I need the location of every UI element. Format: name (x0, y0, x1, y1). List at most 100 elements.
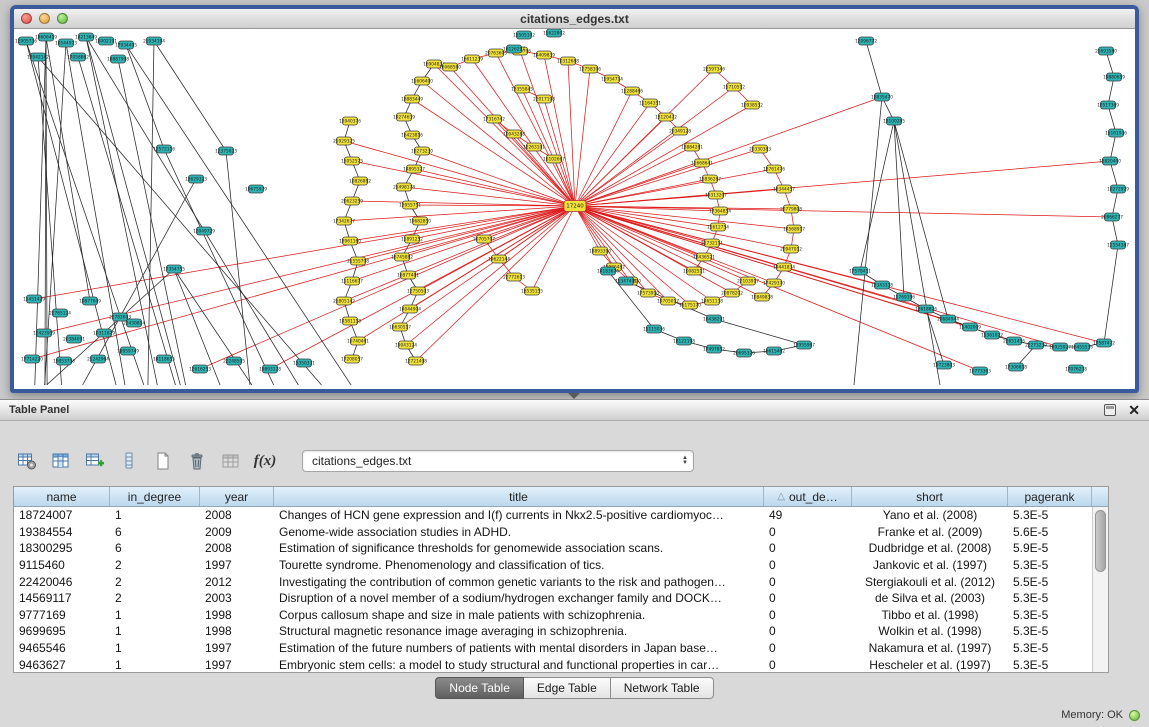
graph-node-label: 13350331 (293, 361, 315, 367)
table-row[interactable]: 946362711997Embryonic stem cells: a mode… (14, 656, 1092, 672)
column-header-out_de[interactable]: △out_de… (764, 487, 852, 506)
graph-node-label: 17573910 (637, 291, 659, 297)
delete-button[interactable] (184, 447, 210, 475)
graph-node-label: 18122198 (673, 339, 695, 345)
float-panel-icon[interactable] (1104, 404, 1116, 416)
table-row[interactable]: 969969511998Structural magnetic resonanc… (14, 623, 1092, 640)
graph-node-label: 12572116 (153, 147, 175, 153)
graph-node-label: 13100285 (883, 119, 905, 125)
graph-node-label: 10043288 (503, 132, 525, 138)
table-cell: Genome-wide association studies in ADHD. (274, 525, 764, 539)
column-header-year[interactable]: year (200, 487, 274, 506)
function-builder-button[interactable]: f(x) (252, 447, 278, 475)
graph-node-label: 19043124 (395, 343, 417, 349)
tab-edge-table[interactable]: Edge Table (524, 677, 611, 699)
graph-node-label: 15347491 (615, 279, 637, 285)
create-column-button[interactable] (82, 447, 108, 475)
graph-node-label: 13355845 (511, 87, 533, 93)
column-button[interactable] (116, 447, 142, 475)
graph-node-label: 17058862 (67, 55, 89, 61)
graph-node-label: 11164351 (639, 101, 661, 107)
window-titlebar[interactable]: citations_edges.txt (14, 9, 1135, 29)
graph-node-label: 20947012 (780, 247, 802, 253)
table-cell: 9115460 (14, 558, 110, 572)
import-table-button[interactable] (218, 447, 244, 475)
memory-ok-icon[interactable] (1129, 710, 1140, 721)
graph-node-label: 14118655 (153, 357, 175, 363)
graph-node-label: 22273239 (1025, 343, 1047, 349)
graph-node-label: 18942142 (27, 55, 49, 61)
graph-node-label: 22430814 (123, 321, 145, 327)
graph-node-label: 15361022 (981, 333, 1003, 339)
memory-status[interactable]: Memory: OK (1061, 709, 1123, 721)
graph-node-label: 11891252 (401, 237, 423, 243)
graph-node-label: 22765124 (49, 311, 71, 317)
graph-node-label: 11606400 (411, 79, 433, 85)
scrollbar-thumb[interactable] (1095, 510, 1106, 572)
graph-node-label: 16102667 (543, 157, 565, 163)
combo-arrows-icon: ▲▼ (682, 451, 688, 471)
table-options-button[interactable] (14, 447, 40, 475)
column-header-short[interactable]: short (852, 487, 1008, 506)
graph-node-label: 10082511 (683, 269, 705, 275)
node-table: namein_degreeyeartitle△out_de… short pager… (13, 486, 1109, 673)
table-row[interactable]: 1872400712008Changes of HCN gene express… (14, 507, 1092, 524)
table-row[interactable]: 911546021997Tourette syndrome. Phenomeno… (14, 557, 1092, 574)
minimize-window-icon[interactable] (39, 13, 50, 24)
table-cell: 18300295 (14, 541, 110, 555)
graph-node-label: 21732111 (701, 241, 723, 247)
table-row[interactable]: 2242004622012Investigating the contribut… (14, 573, 1092, 590)
graph-node-label: 16438291 (703, 317, 725, 323)
tab-node-table[interactable]: Node Table (435, 677, 524, 699)
table-cell: 5.5E-5 (1008, 575, 1092, 589)
table-cell: 2 (110, 575, 200, 589)
graph-node-label: 20349128 (669, 129, 691, 135)
graph-node-label: 15052575 (341, 159, 363, 165)
table-row[interactable]: 946554611997Estimation of the future num… (14, 640, 1092, 657)
table-cell: 22420046 (14, 575, 110, 589)
graph-node-label: 15954714 (601, 77, 623, 83)
table-cell: 5.3E-5 (1008, 591, 1092, 605)
network-view[interactable]: 1394037621929325150525751082688220623259… (14, 29, 1135, 388)
trash-icon (187, 451, 207, 471)
table-cell: 14569117 (14, 591, 110, 605)
tab-network-table[interactable]: Network Table (611, 677, 714, 699)
table-row[interactable]: 1456911722003Disruption of a novel membe… (14, 590, 1092, 607)
table-cell: 0 (764, 558, 852, 572)
table-cell: 0 (764, 624, 852, 638)
graph-node-label: 13884281 (681, 145, 703, 151)
vertical-scrollbar[interactable] (1092, 507, 1108, 672)
column-header-title[interactable]: title (274, 487, 764, 506)
graph-node-label: 21934194 (143, 39, 165, 45)
graph-node-label: 19441834 (773, 265, 795, 271)
column-header-pagerank[interactable]: pagerank (1008, 487, 1092, 506)
column-header-label: short (916, 490, 943, 504)
graph-node-label: 18893390 (589, 249, 611, 255)
graph-node-label: 19853756 (53, 359, 75, 365)
graph-node-label: 19877609 (79, 299, 101, 305)
table-row[interactable]: 977716911998Corpus callosum shape and si… (14, 607, 1092, 624)
network-table-select[interactable]: citations_edges.txt ▲▼ (302, 450, 694, 472)
graph-node-label: 11612754 (707, 225, 729, 231)
table-row[interactable]: 1938455462009Genome-wide association stu… (14, 524, 1092, 541)
graph-node-label: 17240 (566, 204, 584, 210)
graph-node-label: 19893128 (259, 367, 281, 373)
zoom-window-icon[interactable] (57, 13, 68, 24)
graph-node-label: 22651456 (1003, 339, 1025, 345)
show-columns-button[interactable] (48, 447, 74, 475)
column-header-name[interactable]: name (14, 487, 110, 506)
network-window: citations_edges.txt 13940376219293251505… (10, 5, 1139, 393)
graph-node-label: 15402009 (959, 325, 981, 331)
close-window-icon[interactable] (21, 13, 32, 24)
close-panel-icon[interactable]: ✕ (1128, 403, 1140, 417)
table-cell: 2009 (200, 525, 274, 539)
network-canvas[interactable]: 1394037621929325150525751082688220623259… (14, 29, 1135, 388)
table-cell: 0 (764, 608, 852, 622)
table-cell: Structural magnetic resonance image aver… (274, 624, 764, 638)
new-file-button[interactable] (150, 447, 176, 475)
table-cell: Disruption of a novel member of a sodium… (274, 591, 764, 605)
graph-node-label: 20623259 (341, 199, 363, 205)
column-header-in_degree[interactable]: in_degree (110, 487, 200, 506)
graph-node-label: 19723803 (933, 363, 955, 369)
table-row[interactable]: 1830029562008Estimation of significance … (14, 540, 1092, 557)
